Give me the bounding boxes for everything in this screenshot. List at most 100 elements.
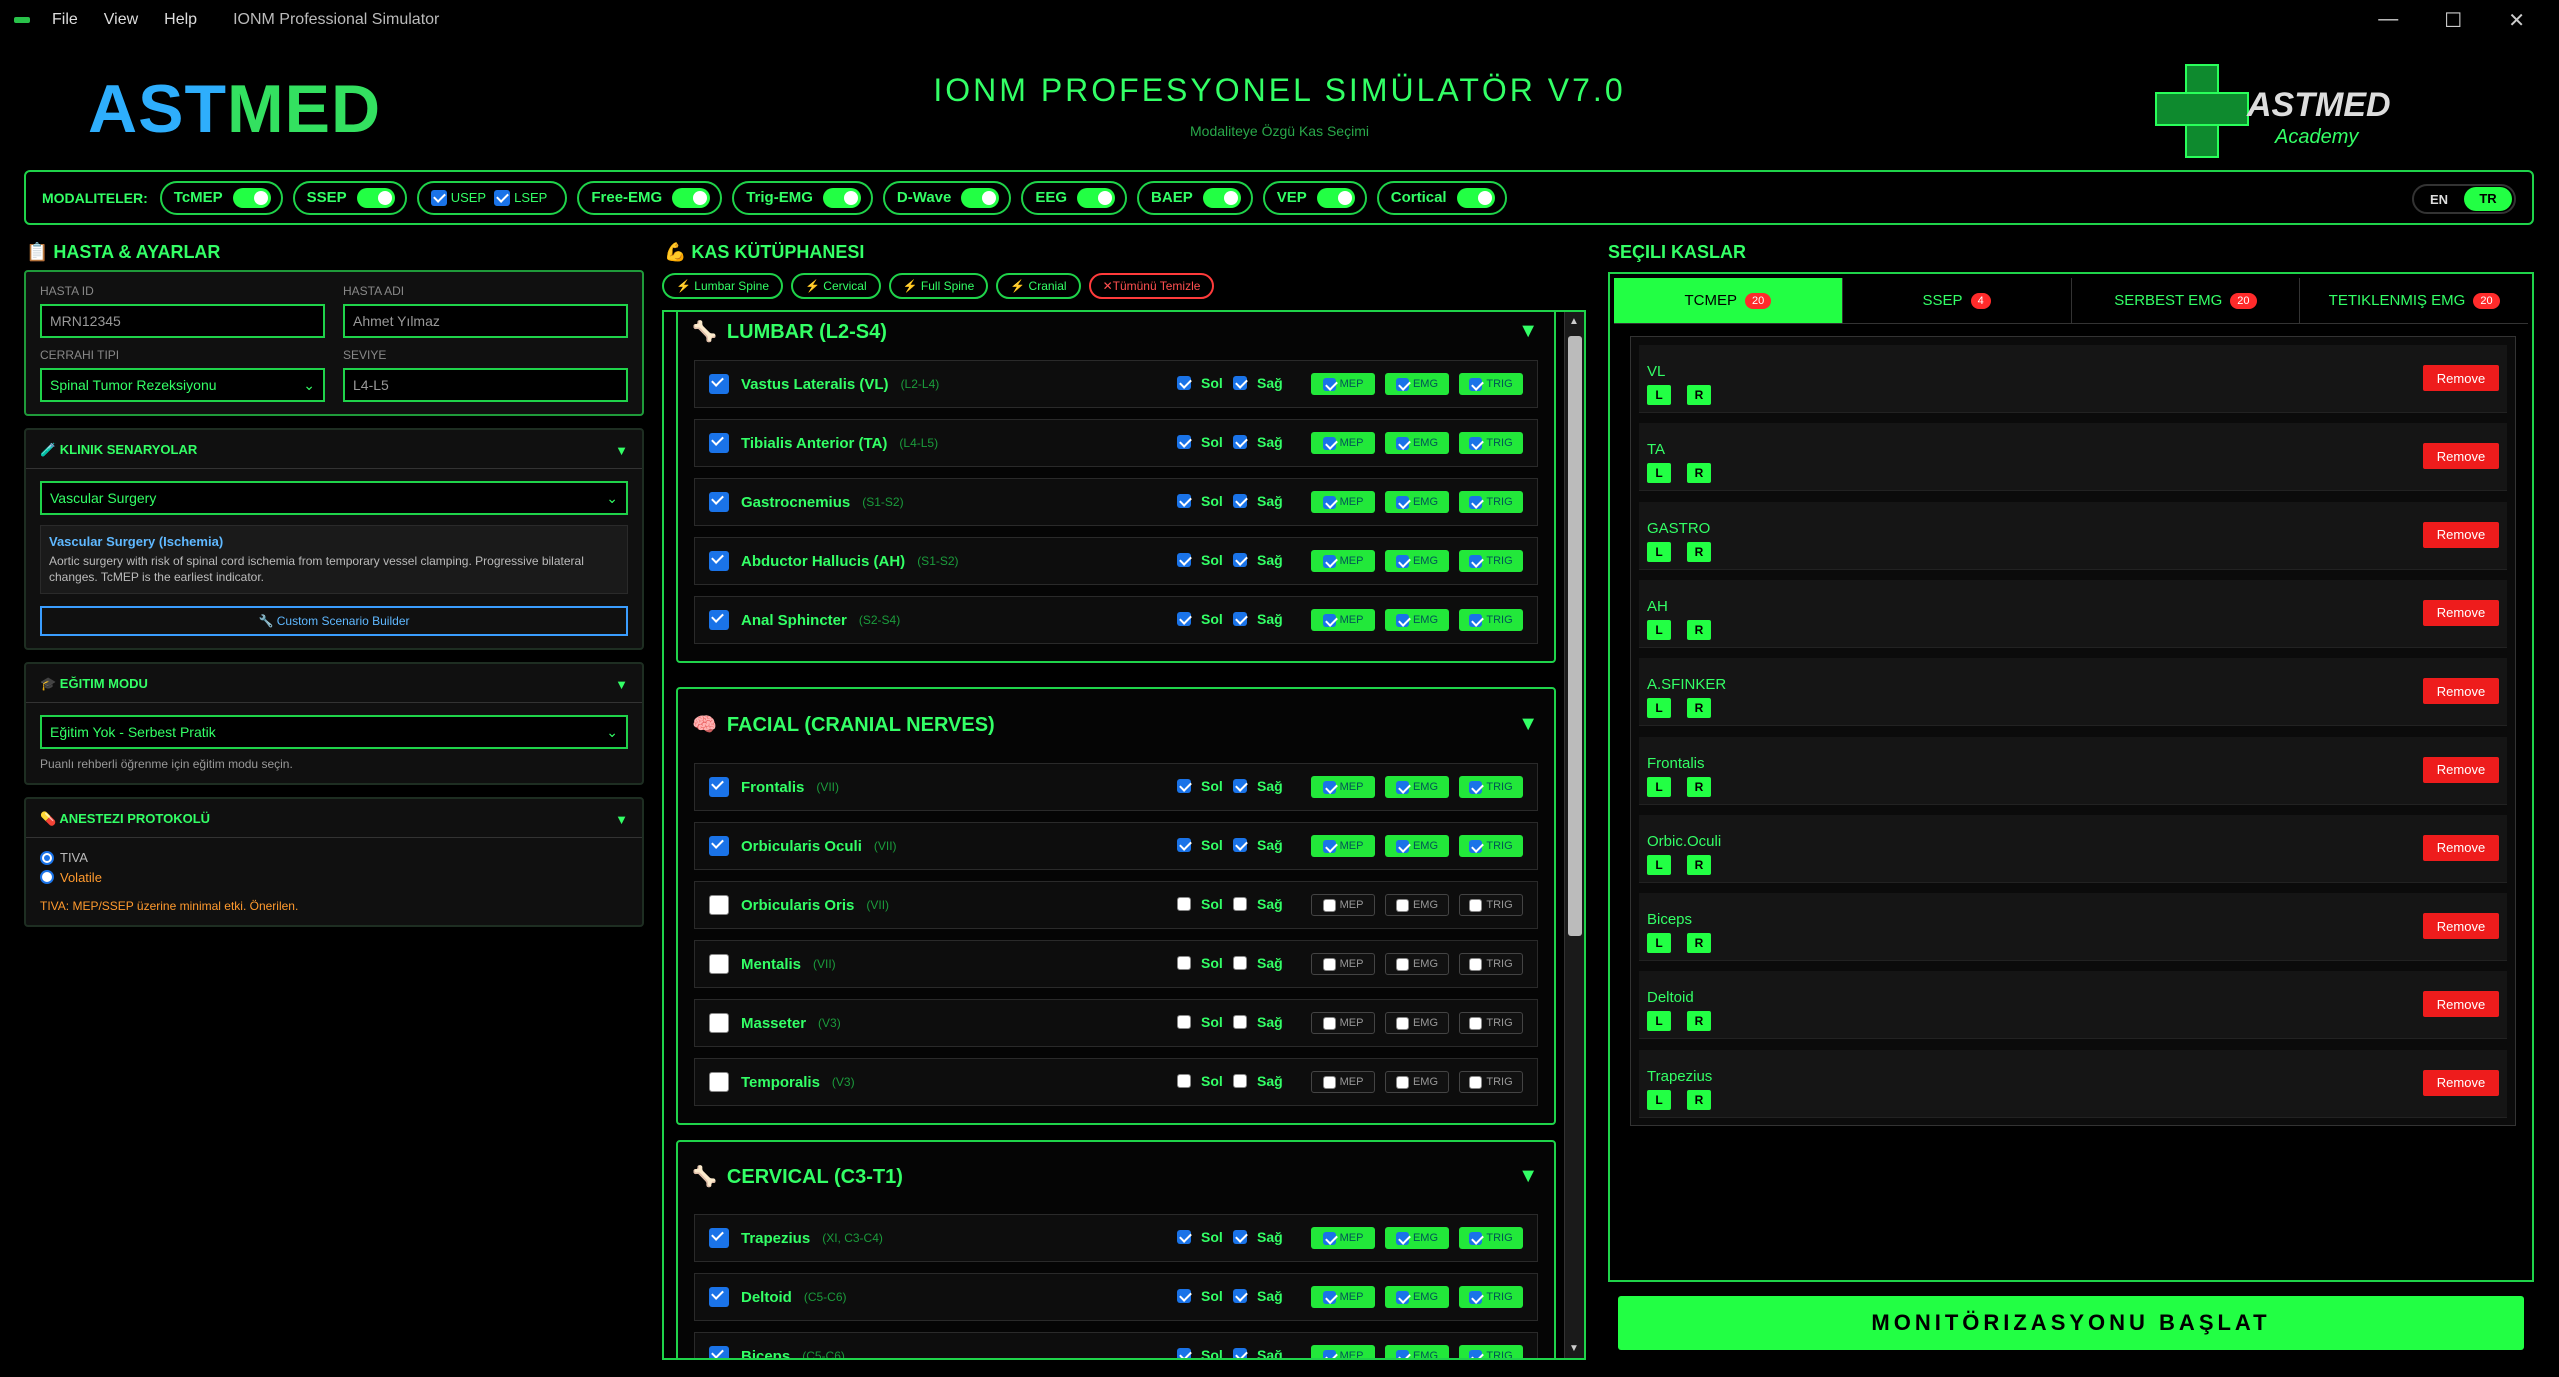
muscle-checkbox[interactable]	[709, 551, 729, 571]
muscle-checkbox[interactable]	[709, 1346, 729, 1358]
mep-tag[interactable]: MEP	[1311, 550, 1375, 572]
toggle-icon[interactable]	[822, 187, 861, 208]
trig-tag[interactable]: TRIG	[1459, 835, 1523, 857]
trig-tag[interactable]: TRIG	[1459, 491, 1523, 513]
left-side-toggle[interactable]: Sol	[1177, 955, 1223, 971]
toggle-icon[interactable]	[1456, 187, 1495, 208]
mep-tag[interactable]: MEP	[1311, 432, 1375, 454]
toggle-icon[interactable]	[232, 187, 271, 208]
remove-button[interactable]: Remove	[2423, 599, 2499, 626]
toggle-icon[interactable]	[1202, 187, 1241, 208]
remove-button[interactable]: Remove	[2423, 991, 2499, 1018]
emg-tag[interactable]: EMG	[1385, 550, 1449, 572]
mep-tag[interactable]: MEP	[1311, 373, 1375, 395]
mep-tag[interactable]: MEP	[1311, 1071, 1375, 1093]
menu-help[interactable]: Help	[164, 11, 197, 29]
emg-tag[interactable]: EMG	[1385, 835, 1449, 857]
toggle-icon[interactable]	[356, 187, 395, 208]
right-side-toggle[interactable]: Sağ	[1233, 778, 1283, 794]
mep-tag[interactable]: MEP	[1311, 1012, 1375, 1034]
modality-tcmep[interactable]: TcMEP	[159, 180, 283, 215]
left-side-toggle[interactable]: Sol	[1177, 1073, 1223, 1089]
left-side-toggle[interactable]: Sol	[1177, 552, 1223, 568]
clear-all-button[interactable]: ✕Tümünü Temizle	[1088, 273, 1215, 299]
mep-tag[interactable]: MEP	[1311, 1286, 1375, 1308]
remove-button[interactable]: Remove	[2423, 678, 2499, 705]
emg-tag[interactable]: EMG	[1385, 609, 1449, 631]
muscle-checkbox[interactable]	[709, 954, 729, 974]
muscle-checkbox[interactable]	[709, 1013, 729, 1033]
right-side-badge[interactable]: R	[1687, 541, 1711, 562]
scenario-select[interactable]: Vascular Surgery ⌄	[40, 481, 628, 515]
modality-trig-emg[interactable]: Trig-EMG	[732, 180, 873, 215]
mep-tag[interactable]: MEP	[1311, 1227, 1375, 1249]
trig-tag[interactable]: TRIG	[1459, 1286, 1523, 1308]
tab-triggered-emg[interactable]: TETIKLENMIŞ EMG 20	[2300, 278, 2528, 323]
anesthesia-header[interactable]: 💊 ANESTEZI PROTOKOLÜ ▼	[26, 811, 642, 838]
muscle-checkbox[interactable]	[709, 374, 729, 394]
right-side-toggle[interactable]: Sağ	[1233, 955, 1283, 971]
mep-tag[interactable]: MEP	[1311, 894, 1375, 916]
modality-free-emg[interactable]: Free-EMG	[577, 180, 723, 215]
group-header-cervical[interactable]: 🦴 CERVICAL (C3-T1) ▼	[678, 1142, 1554, 1210]
emg-tag[interactable]: EMG	[1385, 1071, 1449, 1093]
emg-tag[interactable]: EMG	[1385, 776, 1449, 798]
menu-view[interactable]: View	[104, 11, 138, 29]
modality-ssep[interactable]: SSEP	[292, 180, 407, 215]
tiva-radio[interactable]: TIVA	[40, 850, 88, 865]
preset-cervical-button[interactable]: ⚡ Cervical	[791, 273, 881, 299]
right-side-badge[interactable]: R	[1687, 1011, 1711, 1032]
muscle-checkbox[interactable]	[709, 895, 729, 915]
remove-button[interactable]: Remove	[2423, 1069, 2499, 1096]
menu-file[interactable]: File	[52, 11, 78, 29]
library-scrollbar[interactable]: ▲ ▼	[1564, 312, 1584, 1358]
left-side-toggle[interactable]: Sol	[1177, 493, 1223, 509]
right-side-badge[interactable]: R	[1687, 619, 1711, 640]
modality-dwave[interactable]: D-Wave	[882, 180, 1012, 215]
lang-en[interactable]: EN	[2414, 192, 2464, 207]
trig-tag[interactable]: TRIG	[1459, 432, 1523, 454]
trig-tag[interactable]: TRIG	[1459, 609, 1523, 631]
left-side-badge[interactable]: L	[1647, 854, 1671, 875]
right-side-badge[interactable]: R	[1687, 776, 1711, 797]
toggle-icon[interactable]	[961, 187, 1000, 208]
trig-tag[interactable]: TRIG	[1459, 1345, 1523, 1358]
volatile-radio[interactable]: Volatile	[40, 870, 102, 885]
modality-cortical[interactable]: Cortical	[1376, 180, 1507, 215]
left-side-toggle[interactable]: Sol	[1177, 1014, 1223, 1030]
right-side-toggle[interactable]: Sağ	[1233, 552, 1283, 568]
mep-tag[interactable]: MEP	[1311, 953, 1375, 975]
start-monitoring-button[interactable]: MONITÖRIZASYONU BAŞLAT	[1618, 1296, 2524, 1350]
left-side-badge[interactable]: L	[1647, 776, 1671, 797]
left-side-badge[interactable]: L	[1647, 541, 1671, 562]
right-side-toggle[interactable]: Sağ	[1233, 1073, 1283, 1089]
modality-baep[interactable]: BAEP	[1137, 180, 1253, 215]
lang-tr[interactable]: TR	[2464, 187, 2512, 211]
level-input[interactable]: L4-L5	[343, 368, 628, 402]
modality-vep[interactable]: VEP	[1262, 180, 1367, 215]
left-side-badge[interactable]: L	[1647, 698, 1671, 719]
usep-checkbox[interactable]	[430, 189, 447, 206]
mep-tag[interactable]: MEP	[1311, 609, 1375, 631]
emg-tag[interactable]: EMG	[1385, 1227, 1449, 1249]
left-side-toggle[interactable]: Sol	[1177, 611, 1223, 627]
right-side-toggle[interactable]: Sağ	[1233, 837, 1283, 853]
trig-tag[interactable]: TRIG	[1459, 953, 1523, 975]
left-side-toggle[interactable]: Sol	[1177, 1288, 1223, 1304]
emg-tag[interactable]: EMG	[1385, 1345, 1449, 1358]
emg-tag[interactable]: EMG	[1385, 894, 1449, 916]
muscle-checkbox[interactable]	[709, 1072, 729, 1092]
right-side-toggle[interactable]: Sağ	[1233, 1229, 1283, 1245]
surgery-type-select[interactable]: Spinal Tumor Rezeksiyonu ⌄	[40, 368, 325, 402]
muscle-checkbox[interactable]	[709, 777, 729, 797]
emg-tag[interactable]: EMG	[1385, 1286, 1449, 1308]
preset-lumbar-button[interactable]: ⚡ Lumbar Spine	[662, 273, 783, 299]
custom-scenario-builder-button[interactable]: 🔧 Custom Scenario Builder	[40, 606, 628, 636]
toggle-icon[interactable]	[1077, 187, 1116, 208]
right-side-toggle[interactable]: Sağ	[1233, 611, 1283, 627]
trig-tag[interactable]: TRIG	[1459, 894, 1523, 916]
left-side-badge[interactable]: L	[1647, 1011, 1671, 1032]
patient-id-input[interactable]: MRN12345	[40, 304, 325, 338]
right-side-toggle[interactable]: Sağ	[1233, 1347, 1283, 1358]
emg-tag[interactable]: EMG	[1385, 373, 1449, 395]
